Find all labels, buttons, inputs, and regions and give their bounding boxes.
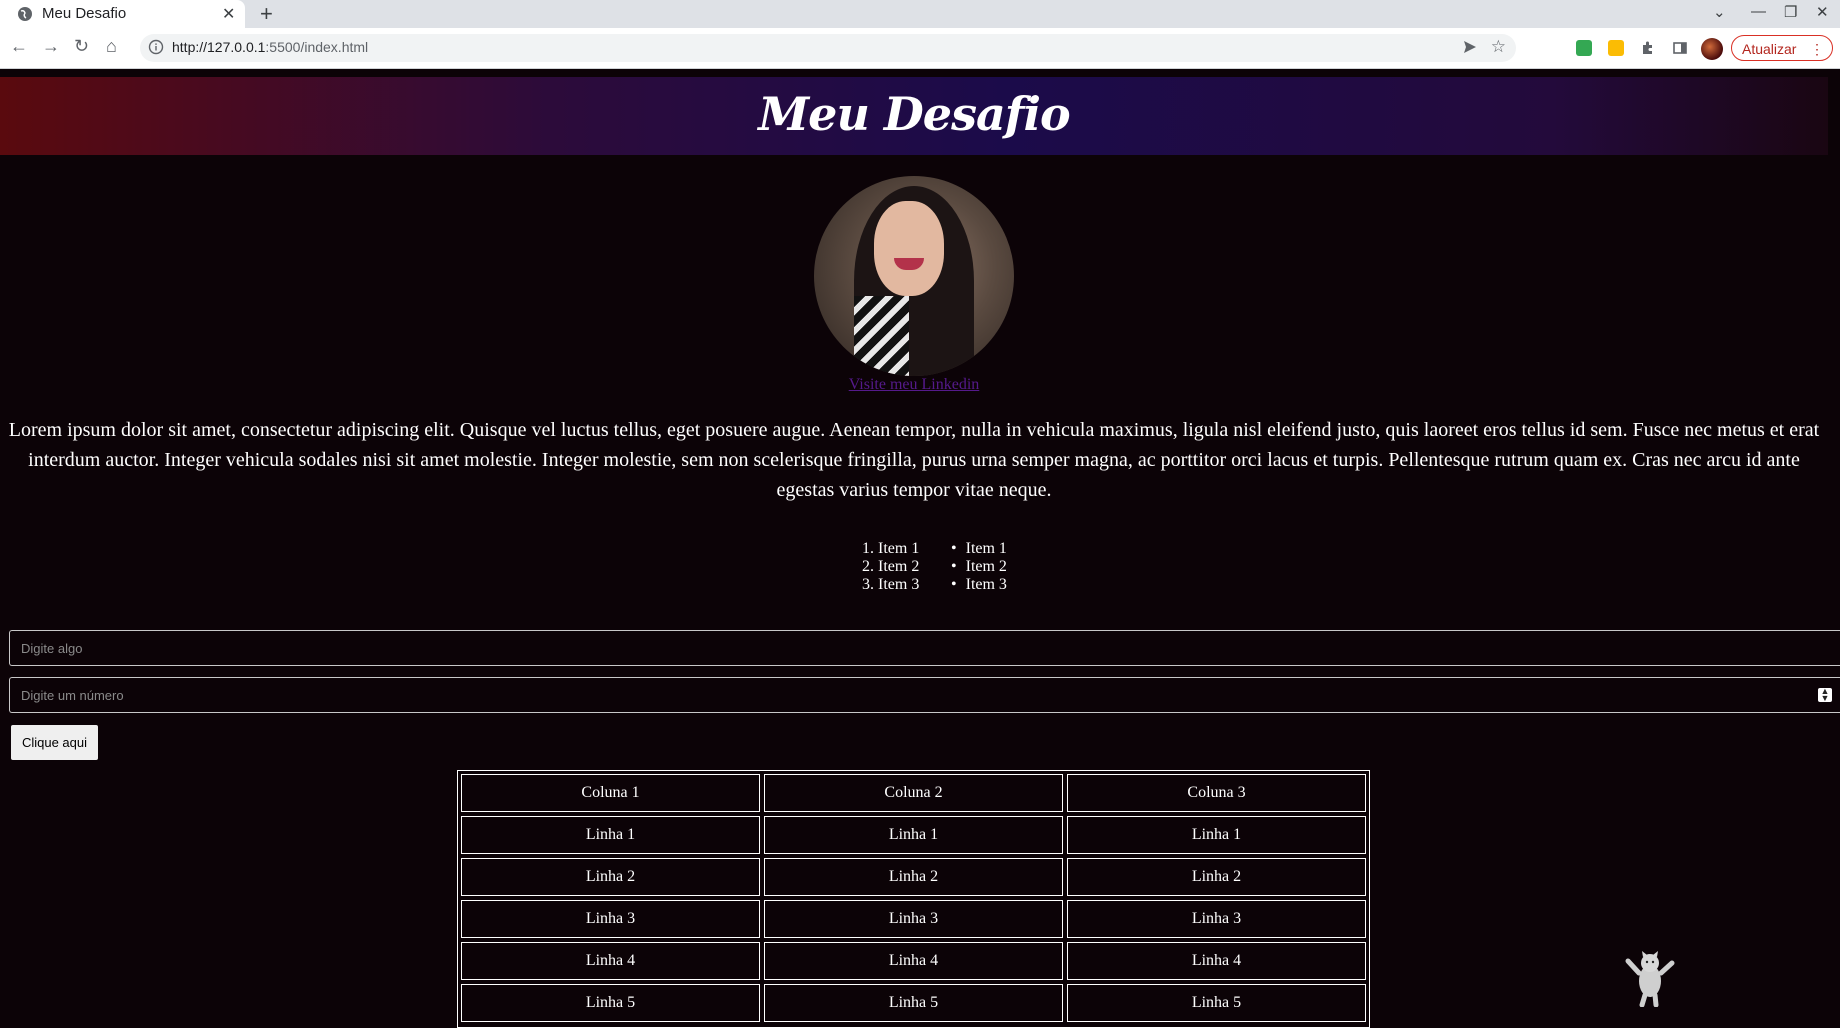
text-input[interactable]: Digite algo <box>9 630 1840 666</box>
list-item: 2. Item 2 <box>862 558 920 575</box>
table-cell: Linha 2 <box>461 858 760 896</box>
restore-icon[interactable]: ❐ <box>1784 3 1797 21</box>
page-title: Meu Desafio <box>758 87 1070 141</box>
list-item: 3. Item 3 <box>862 576 920 593</box>
menu-dots-icon[interactable]: ⋮ <box>1800 36 1824 62</box>
number-input-placeholder: Digite um número <box>21 688 124 703</box>
table-cell: Linha 4 <box>1067 942 1366 980</box>
table-cell: Linha 1 <box>1067 816 1366 854</box>
reload-icon[interactable]: ↻ <box>74 36 89 57</box>
forward-arrow-icon[interactable]: → <box>42 36 60 57</box>
new-tab-icon[interactable]: + <box>260 1 273 27</box>
minimize-icon[interactable]: — <box>1751 3 1766 20</box>
table-cell: Linha 5 <box>1067 984 1366 1022</box>
extensions-puzzle-icon[interactable] <box>1640 40 1656 56</box>
table-header-cell: Coluna 3 <box>1067 774 1366 812</box>
info-icon[interactable] <box>148 39 164 55</box>
update-button-label: Atualizar <box>1742 41 1797 57</box>
tab-search-icon[interactable]: ⌄ <box>1713 3 1726 21</box>
browser-toolbar: ← → ↻ ⌂ http://127.0.0.1:5500/index.html… <box>0 28 1840 69</box>
tab-close-icon[interactable]: ✕ <box>222 4 235 24</box>
click-button[interactable]: Clique aqui <box>11 725 98 760</box>
table-cell: Linha 2 <box>1067 858 1366 896</box>
lorem-paragraph: Lorem ipsum dolor sit amet, consectetur … <box>8 419 1820 501</box>
table-cell: Linha 3 <box>461 900 760 938</box>
window-close-icon[interactable]: ✕ <box>1816 3 1829 21</box>
text-input-placeholder: Digite algo <box>21 641 83 656</box>
tab-title: Meu Desafio <box>42 5 127 22</box>
profile-avatar[interactable] <box>1701 38 1723 60</box>
dancing-cat-image <box>1625 951 1675 1007</box>
url-text[interactable]: http://127.0.0.1:5500/index.html <box>172 39 368 55</box>
browser-tab[interactable]: Meu Desafio ✕ <box>0 0 245 28</box>
extension-green-icon[interactable] <box>1576 40 1592 56</box>
page-content: Meu Desafio Visite meu Linkedin Lorem ip… <box>0 69 1840 1028</box>
table-header-cell: Coluna 1 <box>461 774 760 812</box>
table-cell: Linha 4 <box>764 942 1063 980</box>
back-arrow-icon[interactable]: ← <box>10 36 28 57</box>
ordered-list: 1. Item 1 2. Item 2 3. Item 3 <box>862 540 919 594</box>
profile-photo <box>814 176 1014 376</box>
bookmark-star-icon[interactable]: ☆ <box>1491 37 1506 57</box>
list-item: Item 1 <box>964 540 1007 558</box>
home-icon[interactable]: ⌂ <box>106 36 117 57</box>
send-icon[interactable] <box>1462 39 1478 55</box>
side-panel-icon[interactable] <box>1672 40 1688 56</box>
list-item: 1. Item 1 <box>862 540 920 557</box>
table-cell: Linha 2 <box>764 858 1063 896</box>
data-table: Coluna 1 Coluna 2 Coluna 3 Linha 1 Linha… <box>457 770 1370 1028</box>
table-cell: Linha 1 <box>764 816 1063 854</box>
number-input[interactable]: Digite um número ▲ ▼ <box>9 677 1840 713</box>
update-button[interactable]: Atualizar ⋮ <box>1731 35 1833 61</box>
table-cell: Linha 5 <box>764 984 1063 1022</box>
unordered-list: Item 1 Item 2 Item 3 <box>964 540 1007 594</box>
table-cell: Linha 3 <box>764 900 1063 938</box>
browser-tab-strip: Meu Desafio ✕ + ⌄ — ❐ ✕ <box>0 0 1840 28</box>
list-item: Item 3 <box>964 576 1007 594</box>
table-cell: Linha 1 <box>461 816 760 854</box>
linkedin-link[interactable]: Visite meu Linkedin <box>0 376 1828 394</box>
address-bar[interactable]: http://127.0.0.1:5500/index.html ☆ <box>140 34 1516 62</box>
number-spinner-icon[interactable]: ▲ ▼ <box>1818 687 1832 703</box>
table-cell: Linha 4 <box>461 942 760 980</box>
table-cell: Linha 3 <box>1067 900 1366 938</box>
page-header: Meu Desafio <box>0 77 1828 155</box>
table-header-cell: Coluna 2 <box>764 774 1063 812</box>
globe-icon <box>18 7 32 21</box>
table-cell: Linha 5 <box>461 984 760 1022</box>
extension-yellow-icon[interactable] <box>1608 40 1624 56</box>
list-item: Item 2 <box>964 558 1007 576</box>
